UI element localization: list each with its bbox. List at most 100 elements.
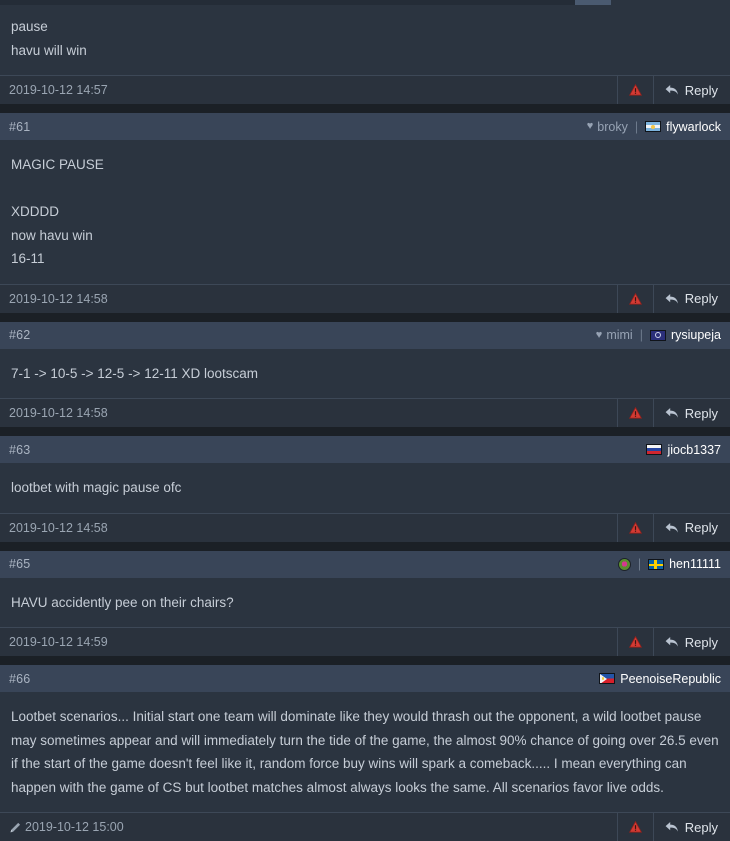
post-timestamp: 2019-10-12 15:00 bbox=[25, 820, 124, 834]
post-footer-right: Reply bbox=[616, 284, 730, 313]
reply-button[interactable]: Reply bbox=[652, 284, 730, 313]
post-footer: 2019-10-12 14:58 Reply bbox=[0, 512, 730, 542]
reply-button[interactable]: Reply bbox=[652, 399, 730, 427]
post-header: #61 ♥ broky | flywarlock bbox=[0, 113, 730, 141]
reply-arrow-icon bbox=[665, 293, 679, 305]
post-author-username[interactable]: hen11111 bbox=[669, 557, 721, 571]
post-footer-right: Reply bbox=[616, 399, 730, 427]
post-header-right: jiocb1337 bbox=[646, 443, 721, 457]
warning-triangle-icon[interactable] bbox=[628, 407, 642, 419]
sweden-flag-icon bbox=[648, 558, 665, 570]
post-number[interactable]: #63 bbox=[9, 443, 30, 457]
post: #66 PeenoiseRepublic Lootbet scenarios... … bbox=[0, 665, 730, 841]
post-body: Lootbet scenarios... Initial start one t… bbox=[0, 693, 730, 812]
post-text-line: now havu win bbox=[11, 227, 93, 243]
reply-button-label: Reply bbox=[684, 520, 718, 535]
reply-arrow-icon bbox=[665, 821, 679, 833]
post-footer: 2019-10-12 14:59 Reply bbox=[0, 627, 730, 656]
report-post-button[interactable] bbox=[616, 399, 653, 427]
post-timestamp: 2019-10-12 14:59 bbox=[9, 635, 108, 649]
post-text-line: MAGIC PAUSE bbox=[11, 157, 104, 172]
post: #62 ♥ mimi | rysiupeja 7-1 -> 10-5 -> 12-5 ->… bbox=[0, 321, 730, 427]
reply-button-label: Reply bbox=[684, 634, 718, 650]
post-header-right: | hen11111 bbox=[617, 557, 721, 571]
report-post-button[interactable] bbox=[616, 76, 653, 104]
reply-button-label: Reply bbox=[684, 82, 718, 98]
post-header-right: ♥ broky | flywarlock bbox=[587, 120, 721, 134]
post-body: HAVU accidently pee on their chairs? bbox=[0, 579, 730, 628]
post-footer-left: 2019-10-12 15:00 bbox=[0, 813, 124, 841]
post-footer-right: Reply bbox=[616, 513, 730, 542]
post: #63 jiocb1337 lootbet with magic pause ofc… bbox=[0, 436, 730, 542]
report-post-button[interactable] bbox=[616, 284, 653, 313]
header-divider: | bbox=[634, 119, 639, 134]
reply-button[interactable]: Reply bbox=[652, 76, 730, 104]
post-author-username[interactable]: flywarlock bbox=[666, 120, 721, 134]
header-divider: | bbox=[637, 557, 642, 571]
europe-flag-icon bbox=[649, 329, 666, 341]
post-number[interactable]: #65 bbox=[9, 557, 30, 571]
reply-button-label: Reply bbox=[684, 405, 718, 421]
post-author-username[interactable]: jiocb1337 bbox=[667, 443, 721, 457]
post-author-username[interactable]: rysiupeja bbox=[671, 328, 721, 342]
reply-button[interactable]: Reply bbox=[652, 513, 730, 542]
top-clipped-strip bbox=[0, 0, 730, 5]
user-badge-icon bbox=[617, 557, 631, 571]
report-post-button[interactable] bbox=[616, 513, 653, 542]
post-footer-right: Reply bbox=[616, 76, 730, 104]
post-footer-left: 2019-10-12 14:58 bbox=[0, 285, 108, 313]
reply-button[interactable]: Reply bbox=[652, 628, 730, 656]
philippines-flag-icon bbox=[599, 673, 616, 684]
post-header: #66 PeenoiseRepublic bbox=[0, 665, 730, 693]
post-text-line: lootbet with magic pause ofc bbox=[11, 480, 182, 495]
reply-button[interactable]: Reply bbox=[652, 813, 730, 841]
post-text-line: HAVU accidently pee on their chairs? bbox=[11, 594, 234, 610]
warning-triangle-icon[interactable] bbox=[628, 84, 642, 96]
post-separator bbox=[0, 312, 730, 322]
post-footer-right: Reply bbox=[616, 628, 730, 656]
post-footer-left: 2019-10-12 14:58 bbox=[0, 514, 108, 542]
reply-button-label: Reply bbox=[684, 291, 718, 306]
post-timestamp: 2019-10-12 14:57 bbox=[9, 83, 108, 97]
heart-icon: ♥ bbox=[586, 120, 594, 132]
post-timestamp: 2019-10-12 14:58 bbox=[9, 520, 108, 535]
warning-triangle-icon[interactable] bbox=[628, 636, 642, 648]
post-text-line: 16-11 bbox=[11, 251, 45, 266]
reply-arrow-icon bbox=[665, 84, 679, 96]
post-header: #65 | hen11111 bbox=[0, 550, 730, 579]
post-number[interactable]: #66 bbox=[9, 672, 30, 686]
post-body: pause havu will win bbox=[0, 5, 730, 75]
top-strip-left bbox=[0, 0, 575, 5]
reply-arrow-icon bbox=[665, 636, 679, 648]
report-post-button[interactable] bbox=[616, 628, 653, 656]
warning-triangle-icon[interactable] bbox=[628, 292, 642, 305]
argentina-flag-icon bbox=[645, 121, 662, 132]
post: pause havu will win 2019-10-12 14:57 Reply bbox=[0, 5, 730, 104]
post-header: #63 jiocb1337 bbox=[0, 436, 730, 464]
header-divider: | bbox=[639, 328, 643, 342]
post-author-username[interactable]: PeenoiseRepublic bbox=[620, 672, 721, 686]
post-footer: 2019-10-12 14:58 Reply bbox=[0, 398, 730, 427]
post-footer: 2019-10-12 14:57 Reply bbox=[0, 75, 730, 104]
post-text-line: Lootbet scenarios... Initial start one t… bbox=[11, 709, 719, 795]
post-number[interactable]: #62 bbox=[9, 328, 30, 342]
favourite-player-name[interactable]: mimi bbox=[606, 328, 632, 342]
post-separator bbox=[0, 104, 730, 113]
post-number[interactable]: #61 bbox=[9, 120, 30, 134]
report-post-button[interactable] bbox=[616, 813, 653, 841]
post-body: 7-1 -> 10-5 -> 12-5 -> 12-11 XD lootscam bbox=[0, 350, 730, 399]
favourite-player-name[interactable]: broky bbox=[597, 120, 628, 134]
heart-icon: ♥ bbox=[595, 328, 603, 341]
post-separator bbox=[0, 427, 730, 436]
post-footer-right: Reply bbox=[616, 813, 730, 841]
warning-triangle-icon[interactable] bbox=[628, 821, 642, 833]
post-header-right: ♥ mimi | rysiupeja bbox=[596, 328, 721, 342]
post-body: lootbet with magic pause ofc bbox=[0, 464, 730, 513]
post-separator bbox=[0, 656, 730, 665]
reply-arrow-icon bbox=[665, 522, 679, 534]
post-separator bbox=[0, 541, 730, 551]
warning-triangle-icon[interactable] bbox=[628, 521, 642, 534]
reply-button-label: Reply bbox=[684, 819, 718, 835]
post-timestamp: 2019-10-12 14:58 bbox=[9, 291, 108, 306]
